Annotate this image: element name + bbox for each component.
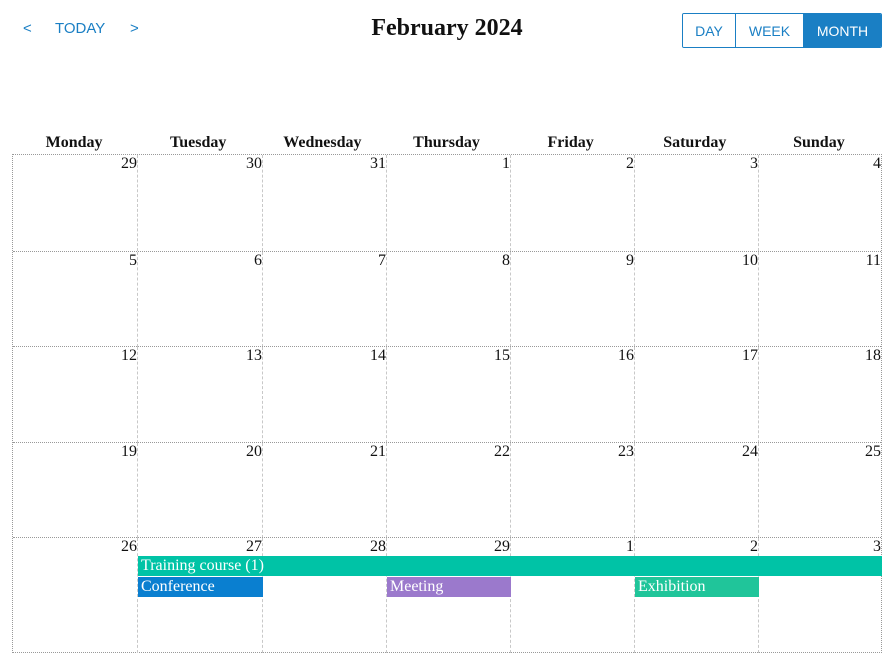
day-number: 2 bbox=[750, 538, 758, 555]
weekday-tuesday: Tuesday bbox=[170, 134, 227, 151]
day-cell[interactable]: 14 bbox=[262, 347, 386, 443]
day-number: 29 bbox=[494, 538, 510, 555]
view-day-button[interactable]: DAY bbox=[683, 14, 736, 47]
day-number: 31 bbox=[370, 155, 386, 172]
day-number: 17 bbox=[742, 347, 758, 364]
day-number: 11 bbox=[865, 252, 881, 269]
week-row: 29 30 31 1 2 3 4 bbox=[13, 155, 881, 251]
day-cell[interactable]: 1 bbox=[386, 155, 510, 251]
week-row: 19 20 21 22 23 24 25 bbox=[13, 442, 881, 538]
day-number: 19 bbox=[121, 443, 137, 460]
view-month-button[interactable]: MONTH bbox=[804, 14, 881, 47]
day-number: 14 bbox=[370, 347, 386, 364]
day-number: 28 bbox=[370, 538, 386, 555]
day-number: 2 bbox=[626, 155, 634, 172]
day-cell[interactable]: 25 bbox=[758, 443, 881, 538]
day-cell[interactable]: 29 bbox=[13, 155, 137, 251]
day-cell[interactable]: 26 bbox=[13, 538, 137, 653]
day-cell[interactable]: 4 bbox=[758, 155, 881, 251]
day-number: 1 bbox=[502, 155, 510, 172]
month-grid: 29 30 31 1 2 3 4 5 6 7 8 9 10 11 12 13 14 15 16 17 18 19 20 21 2… bbox=[12, 154, 882, 653]
day-cell[interactable]: 15 bbox=[386, 347, 510, 443]
day-cell[interactable]: 17 bbox=[634, 347, 758, 443]
day-cell[interactable]: 20 bbox=[137, 443, 262, 538]
weekday-saturday: Saturday bbox=[663, 134, 727, 151]
calendar-event[interactable]: Training course (1) bbox=[138, 556, 882, 576]
day-number: 1 bbox=[626, 538, 634, 555]
day-number: 12 bbox=[121, 347, 137, 364]
day-number: 4 bbox=[873, 155, 881, 172]
day-cell[interactable]: 13 bbox=[137, 347, 262, 443]
day-number: 30 bbox=[246, 155, 262, 172]
day-number: 25 bbox=[865, 443, 881, 460]
day-cell[interactable]: 21 bbox=[262, 443, 386, 538]
day-cell[interactable]: 19 bbox=[13, 443, 137, 538]
weekday-thursday: Thursday bbox=[413, 134, 480, 151]
day-number: 26 bbox=[121, 538, 137, 555]
day-number: 3 bbox=[750, 155, 758, 172]
day-cell[interactable]: 22 bbox=[386, 443, 510, 538]
weekday-wednesday: Wednesday bbox=[283, 134, 362, 151]
day-number: 18 bbox=[865, 347, 881, 364]
day-number: 6 bbox=[254, 252, 262, 269]
calendar-event[interactable]: Meeting bbox=[387, 577, 511, 597]
day-cell[interactable]: 23 bbox=[510, 443, 634, 538]
day-number: 16 bbox=[618, 347, 634, 364]
day-cell[interactable]: 3 bbox=[634, 155, 758, 251]
weekday-monday: Monday bbox=[45, 134, 103, 151]
week-row: 26 27 28 29 1 2 3 Training course (1) Conference… bbox=[13, 537, 882, 653]
day-number: 20 bbox=[246, 443, 262, 460]
weekday-header: Monday Tuesday Wednesday Thursday Friday… bbox=[12, 134, 881, 154]
day-cell[interactable]: 10 bbox=[634, 252, 758, 347]
view-week-button[interactable]: WEEK bbox=[736, 14, 804, 47]
calendar-event[interactable]: Exhibition bbox=[635, 577, 759, 597]
day-cell[interactable]: 5 bbox=[13, 252, 137, 347]
day-cell[interactable]: 11 bbox=[758, 252, 881, 347]
day-number: 15 bbox=[494, 347, 510, 364]
day-cell[interactable]: 2 bbox=[510, 155, 634, 251]
view-switcher: DAY WEEK MONTH bbox=[682, 13, 882, 48]
weekday-sunday: Sunday bbox=[793, 134, 845, 151]
day-cell[interactable]: 24 bbox=[634, 443, 758, 538]
day-cell[interactable]: 7 bbox=[262, 252, 386, 347]
day-cell[interactable]: 12 bbox=[13, 347, 137, 443]
calendar-toolbar: < TODAY > February 2024 DAY WEEK MONTH bbox=[0, 0, 894, 60]
day-number: 29 bbox=[121, 155, 137, 172]
day-number: 5 bbox=[129, 252, 137, 269]
day-cell[interactable]: 30 bbox=[137, 155, 262, 251]
day-number: 27 bbox=[246, 538, 262, 555]
weekday-friday: Friday bbox=[547, 134, 594, 151]
day-number: 21 bbox=[370, 443, 386, 460]
day-number: 13 bbox=[246, 347, 262, 364]
week-row: 5 6 7 8 9 10 11 bbox=[13, 251, 881, 347]
day-number: 3 bbox=[873, 538, 881, 555]
day-number: 9 bbox=[626, 252, 634, 269]
day-cell[interactable]: 6 bbox=[137, 252, 262, 347]
day-number: 8 bbox=[502, 252, 510, 269]
day-number: 23 bbox=[618, 443, 634, 460]
day-cell[interactable]: 16 bbox=[510, 347, 634, 443]
week-row: 12 13 14 15 16 17 18 bbox=[13, 346, 881, 443]
calendar-event[interactable]: Conference bbox=[138, 577, 263, 597]
day-cell[interactable]: 18 bbox=[758, 347, 881, 443]
day-cell[interactable]: 8 bbox=[386, 252, 510, 347]
day-cell[interactable]: 31 bbox=[262, 155, 386, 251]
day-number: 24 bbox=[742, 443, 758, 460]
day-cell[interactable]: 9 bbox=[510, 252, 634, 347]
day-number: 10 bbox=[742, 252, 758, 269]
day-number: 7 bbox=[378, 252, 386, 269]
day-number: 22 bbox=[494, 443, 510, 460]
